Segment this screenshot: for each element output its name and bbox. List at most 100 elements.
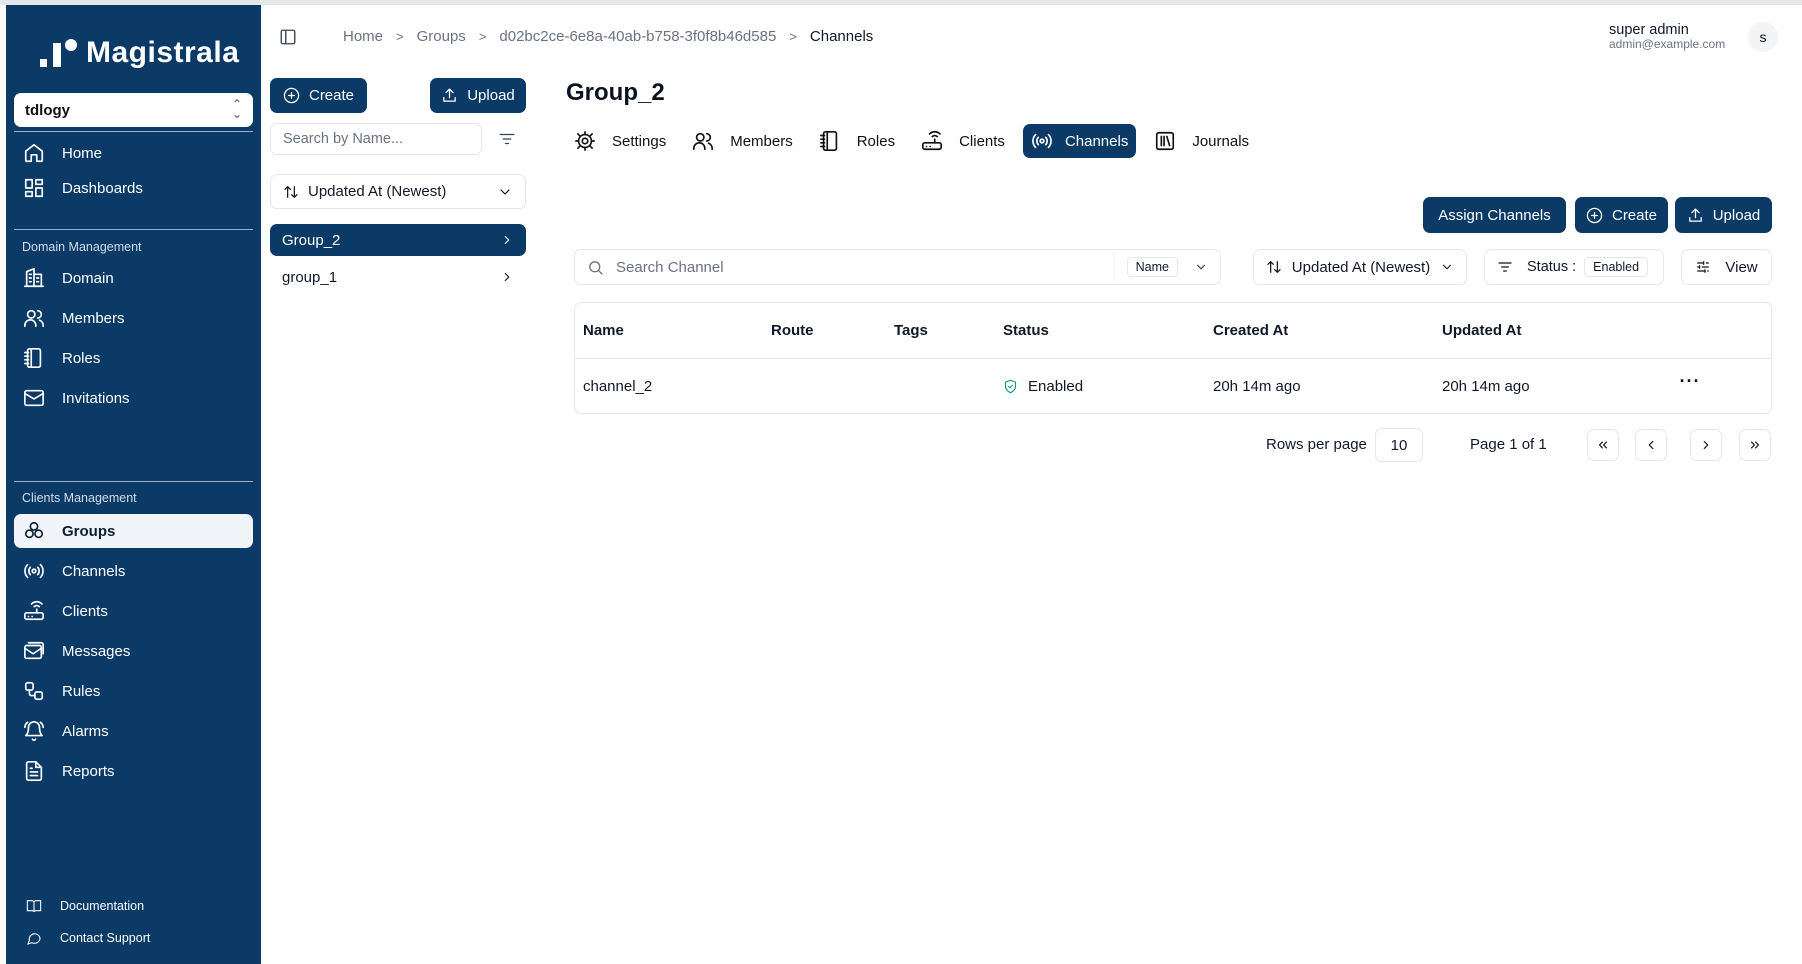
- status-text: Enabled: [1028, 378, 1084, 395]
- sidebar-item-rules[interactable]: Rules: [14, 674, 253, 708]
- status-filter[interactable]: Status : Enabled: [1484, 249, 1664, 285]
- first-page-button[interactable]: [1587, 429, 1619, 461]
- brand-logo[interactable]: Magistrala: [32, 33, 239, 73]
- library-icon: [1156, 131, 1175, 151]
- sidebar-item-channels[interactable]: Channels: [14, 554, 253, 588]
- cell-created-at: 20h 14m ago: [1213, 378, 1301, 395]
- tab-journals[interactable]: Journals: [1146, 124, 1257, 158]
- group-sort-select[interactable]: Updated At (Newest): [270, 174, 526, 209]
- chevron-right-icon: [504, 272, 510, 282]
- search-field-select[interactable]: Name: [1113, 249, 1220, 285]
- section-title-domain: Domain Management: [22, 240, 142, 254]
- create-channel-label: Create: [1611, 206, 1658, 224]
- chevrons-right-icon: [1750, 441, 1760, 449]
- documentation-link[interactable]: Documentation: [26, 898, 144, 914]
- sidebar-item-messages[interactable]: Messages: [14, 634, 253, 668]
- sidebar-item-label: Clients: [62, 602, 108, 620]
- tab-settings[interactable]: Settings: [566, 124, 674, 158]
- channel-search: Name: [574, 249, 1221, 285]
- breadcrumb-home[interactable]: Home: [343, 28, 383, 45]
- previous-page-button[interactable]: [1635, 429, 1667, 461]
- row-actions-more-icon[interactable]: ···: [1678, 369, 1702, 393]
- chevron-down-icon: [500, 188, 510, 195]
- workflow-icon: [22, 679, 46, 703]
- breadcrumb-groups[interactable]: Groups: [417, 28, 466, 45]
- sidebar-item-domain[interactable]: Domain: [14, 261, 253, 295]
- plus-circle-icon: [283, 87, 300, 104]
- sidebar-item-label: Alarms: [62, 722, 109, 740]
- table-header: [575, 303, 1771, 359]
- upload-group-button[interactable]: Upload: [430, 78, 526, 113]
- sidebar-item-label: Dashboards: [62, 179, 143, 197]
- tab-roles[interactable]: Roles: [811, 124, 903, 158]
- upload-channel-button[interactable]: Upload: [1675, 197, 1772, 233]
- sliders-icon: [1697, 261, 1710, 273]
- bell-icon: [22, 719, 46, 743]
- column-header-name[interactable]: Name: [583, 322, 624, 339]
- sidebar-item-alarms[interactable]: Alarms: [14, 714, 253, 748]
- column-header-status[interactable]: Status: [1003, 322, 1049, 339]
- chevron-down-icon: [1196, 264, 1206, 270]
- notebook-icon: [22, 346, 46, 370]
- create-group-button[interactable]: Create: [270, 78, 367, 113]
- domain-selector-value: tdlogy: [25, 101, 70, 119]
- sidebar-item-clients[interactable]: Clients: [14, 594, 253, 628]
- section-title-clients: Clients Management: [22, 491, 137, 505]
- channel-sort-value: Updated At (Newest): [1291, 258, 1431, 276]
- sidebar-divider: [14, 481, 253, 482]
- sidebar-item-home[interactable]: Home: [14, 136, 253, 170]
- radio-icon: [1032, 133, 1052, 149]
- rows-per-page-select[interactable]: 10: [1375, 428, 1423, 462]
- column-header-route[interactable]: Route: [771, 322, 814, 339]
- tab-members[interactable]: Members: [684, 124, 801, 158]
- sidebar-item-members[interactable]: Members: [14, 301, 253, 335]
- tab-label: Members: [730, 132, 793, 150]
- sidebar-item-label: Invitations: [62, 389, 130, 407]
- group-list-item[interactable]: group_1: [270, 261, 526, 293]
- column-header-created[interactable]: Created At: [1213, 322, 1288, 339]
- group-name: Group_2: [282, 231, 341, 249]
- group-sort-value: Updated At (Newest): [308, 183, 447, 200]
- magistrala-logo-icon: [32, 33, 82, 73]
- avatar[interactable]: s: [1748, 22, 1778, 52]
- sidebar-toggle-icon[interactable]: [279, 28, 297, 46]
- brand-name: Magistrala: [86, 36, 240, 69]
- group-search-input[interactable]: [283, 131, 469, 147]
- breadcrumb: Home > Groups > d02bc2ce-6e8a-40ab-b758-…: [343, 28, 873, 45]
- channel-sort-select[interactable]: Updated At (Newest): [1253, 249, 1467, 285]
- tab-channels[interactable]: Channels: [1022, 124, 1137, 158]
- upload-icon: [1688, 207, 1702, 222]
- group-list-item[interactable]: Group_2: [270, 224, 526, 256]
- tab-clients[interactable]: Clients: [913, 124, 1013, 158]
- sidebar-item-roles[interactable]: Roles: [14, 341, 253, 375]
- upload-channel-label: Upload: [1712, 206, 1761, 224]
- sidebar-item-label: Messages: [62, 642, 131, 660]
- breadcrumb-group-id[interactable]: d02bc2ce-6e8a-40ab-b758-3f0f8b46d585: [499, 28, 776, 45]
- domain-selector[interactable]: tdlogy ⌃ ⌄: [14, 93, 253, 127]
- view-button[interactable]: View: [1681, 249, 1772, 285]
- next-page-button[interactable]: [1690, 429, 1722, 461]
- messages-icon: [22, 639, 46, 663]
- cell-name[interactable]: channel_2: [583, 378, 652, 395]
- contact-support-link[interactable]: Contact Support: [26, 930, 150, 946]
- sidebar-item-reports[interactable]: Reports: [14, 754, 253, 788]
- chevron-left-icon: [1648, 440, 1654, 450]
- dashboard-icon: [22, 176, 46, 200]
- sidebar-item-invitations[interactable]: Invitations: [14, 381, 253, 415]
- last-page-button[interactable]: [1739, 429, 1771, 461]
- filter-icon[interactable]: [498, 130, 516, 148]
- chevron-right-icon: >: [478, 29, 487, 44]
- group-search: [270, 123, 482, 155]
- sidebar-item-label: Groups: [62, 522, 116, 540]
- assign-channels-button[interactable]: Assign Channels: [1423, 197, 1566, 233]
- settings-icon: [575, 131, 595, 151]
- column-header-updated[interactable]: Updated At: [1442, 322, 1521, 339]
- column-header-tags[interactable]: Tags: [894, 322, 928, 339]
- status-filter-label: Status :: [1527, 259, 1577, 275]
- sidebar-item-groups[interactable]: Groups: [14, 514, 253, 548]
- sort-arrows-icon: [1267, 261, 1281, 273]
- create-channel-button[interactable]: Create: [1575, 197, 1668, 233]
- sidebar-item-dashboards[interactable]: Dashboards: [14, 171, 253, 205]
- user-info[interactable]: super admin admin@example.com: [1609, 22, 1725, 51]
- channel-search-input[interactable]: [616, 258, 1114, 276]
